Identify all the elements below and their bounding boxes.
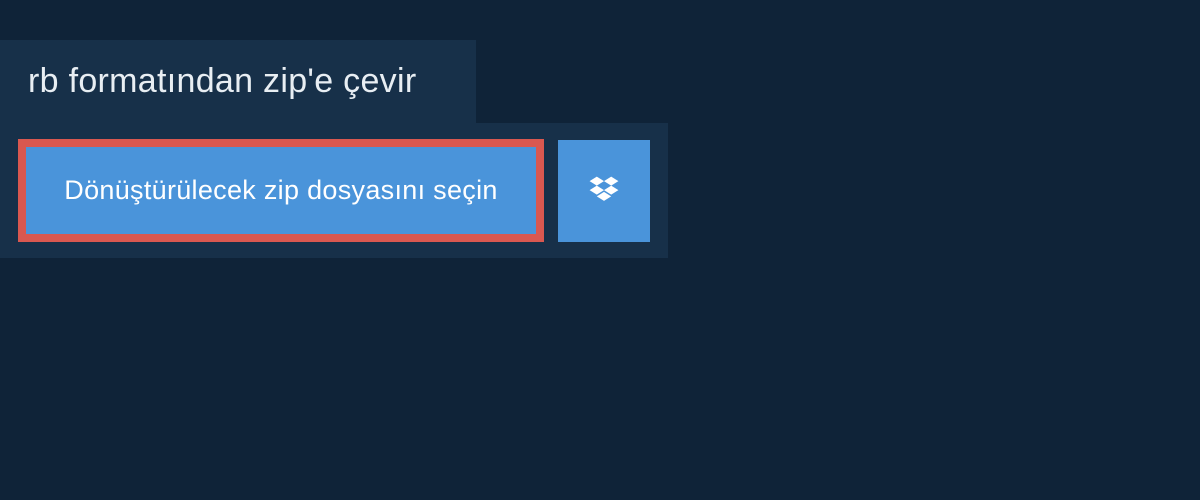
header-tab: rb formatından zip'e çevir xyxy=(0,40,476,123)
page-title: rb formatından zip'e çevir xyxy=(28,62,416,101)
file-select-button[interactable]: Dönüştürülecek zip dosyasını seçin xyxy=(18,139,544,242)
dropbox-icon xyxy=(586,173,622,209)
file-select-panel: Dönüştürülecek zip dosyasını seçin xyxy=(0,123,668,258)
dropbox-button[interactable] xyxy=(558,140,650,242)
